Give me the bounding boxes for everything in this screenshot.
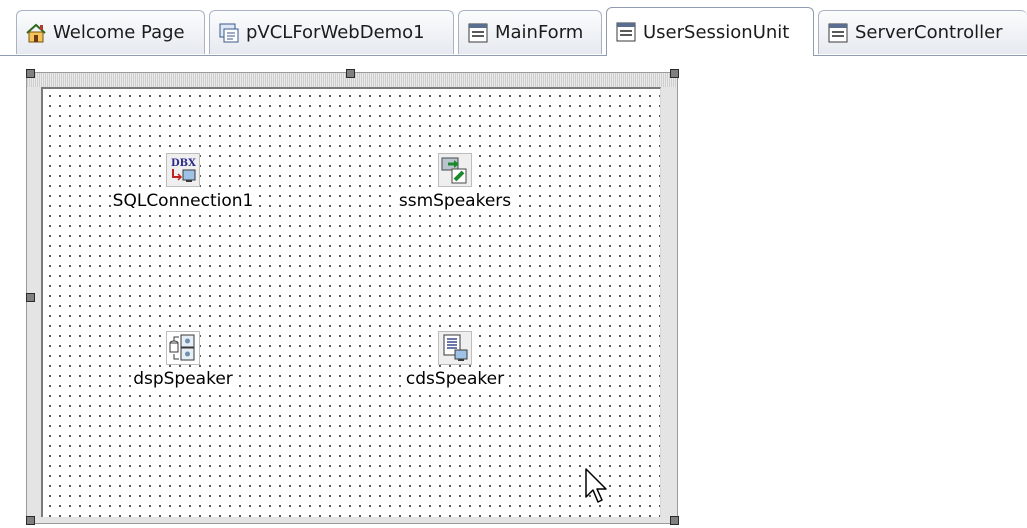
component-name: dspSpeaker [133, 369, 233, 389]
dataset-provider-icon [166, 331, 200, 365]
tab-welcome-page[interactable]: Welcome Page [16, 10, 205, 54]
tab-pvclforwebdemo1[interactable]: pVCLForWebDemo1 [209, 10, 454, 54]
resize-handle-top[interactable] [346, 69, 355, 78]
resize-handle-bottom-right[interactable] [670, 516, 679, 525]
tab-usersessionunit[interactable]: UserSessionUnit [606, 7, 814, 56]
client-dataset-icon [438, 331, 472, 365]
tab-mainform[interactable]: MainForm [458, 10, 602, 54]
component-name: SQLConnection1 [112, 191, 254, 211]
resize-handle-top-left[interactable] [26, 69, 35, 78]
dbx-icon-text: DBX [171, 158, 196, 169]
component-ssmspeakers[interactable]: ssmSpeakers [375, 153, 535, 211]
component-name: ssmSpeakers [398, 191, 512, 211]
editor-tab-strip: Welcome Page pVCLForWebDemo1 MainForm Us… [0, 0, 1027, 58]
data-module-designer[interactable]: DBX SQLConnection1 ssmSpeakers dspSpeake… [26, 72, 678, 524]
tab-label: MainForm [495, 22, 584, 43]
form-icon [615, 21, 637, 43]
project-icon [218, 22, 240, 44]
component-sqlconnection1[interactable]: DBX SQLConnection1 [103, 153, 263, 211]
component-dspspeaker[interactable]: dspSpeaker [103, 331, 263, 389]
component-cdsspeaker[interactable]: cdsSpeaker [375, 331, 535, 389]
form-icon [467, 22, 489, 44]
tab-strip-baseline [0, 55, 1027, 56]
resize-handle-top-right[interactable] [670, 69, 679, 78]
tab-label: ServerController [855, 22, 1003, 43]
dbx-connection-icon: DBX [166, 153, 200, 187]
component-name: cdsSpeaker [405, 369, 505, 389]
tab-label: Welcome Page [53, 22, 185, 43]
design-grid-surface[interactable]: DBX SQLConnection1 ssmSpeakers dspSpeake… [41, 87, 661, 517]
tab-servercontroller[interactable]: ServerController [818, 10, 1027, 54]
tab-label: pVCLForWebDemo1 [246, 22, 425, 43]
shared-connection-icon [438, 153, 472, 187]
resize-handle-left[interactable] [26, 293, 35, 302]
tab-label: UserSessionUnit [643, 21, 790, 43]
form-icon [827, 22, 849, 44]
mouse-pointer-icon [585, 468, 607, 503]
resize-handle-bottom-left[interactable] [26, 516, 35, 525]
home-icon [25, 22, 47, 44]
